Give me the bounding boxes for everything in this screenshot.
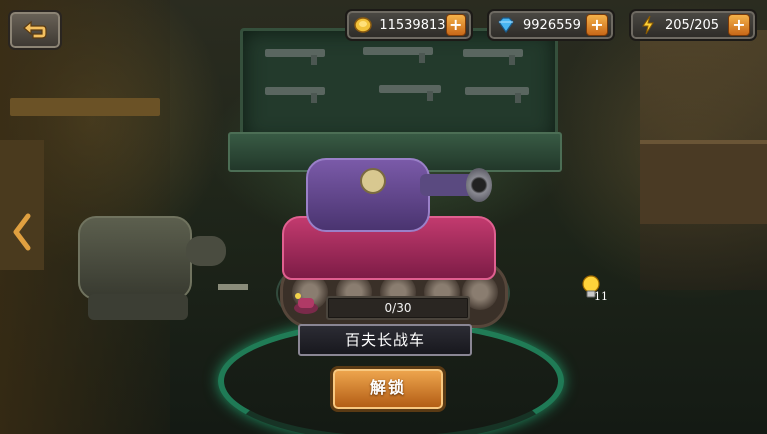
rack-gun	[363, 47, 433, 63]
gem-counter: 9926559 +	[487, 9, 615, 41]
weapon-rack	[240, 28, 558, 144]
hint-button[interactable]: 11	[580, 274, 610, 306]
fragment-count: 0/30	[384, 301, 412, 315]
back-arrow-icon	[23, 20, 47, 39]
energy-counter: 205/205 +	[629, 9, 757, 41]
left-shelf	[10, 98, 160, 116]
tank-name: 百夫长战车	[298, 324, 472, 356]
fragment-progress-bar: 0/30	[326, 296, 470, 320]
back-button[interactable]	[8, 10, 62, 50]
rack-gun	[463, 49, 523, 65]
add-gold-button[interactable]: +	[445, 14, 466, 36]
add-gems-button[interactable]: +	[586, 14, 608, 36]
unlock-button[interactable]: 解锁	[330, 366, 446, 412]
energy-amount: 205/205	[665, 17, 720, 33]
rack-gun	[379, 85, 441, 101]
previous-tank-button[interactable]	[10, 212, 36, 252]
rack-gun	[265, 87, 325, 103]
gold-counter: 11539813 +	[345, 9, 473, 41]
chevron-left-icon	[13, 213, 31, 251]
hint-count: 11	[594, 290, 608, 303]
add-energy-button[interactable]: +	[728, 14, 750, 36]
previous-tank-preview[interactable]	[68, 196, 248, 326]
rack-gun	[465, 87, 529, 103]
gold-coin-icon	[353, 14, 373, 36]
lightning-icon	[637, 14, 659, 36]
rack-gun	[265, 49, 325, 65]
gold-amount: 11539813	[379, 17, 446, 33]
tank-fragment-icon	[290, 290, 320, 316]
gem-amount: 9926559	[523, 17, 581, 33]
right-desk	[640, 140, 767, 224]
blue-gem-icon	[495, 14, 517, 36]
